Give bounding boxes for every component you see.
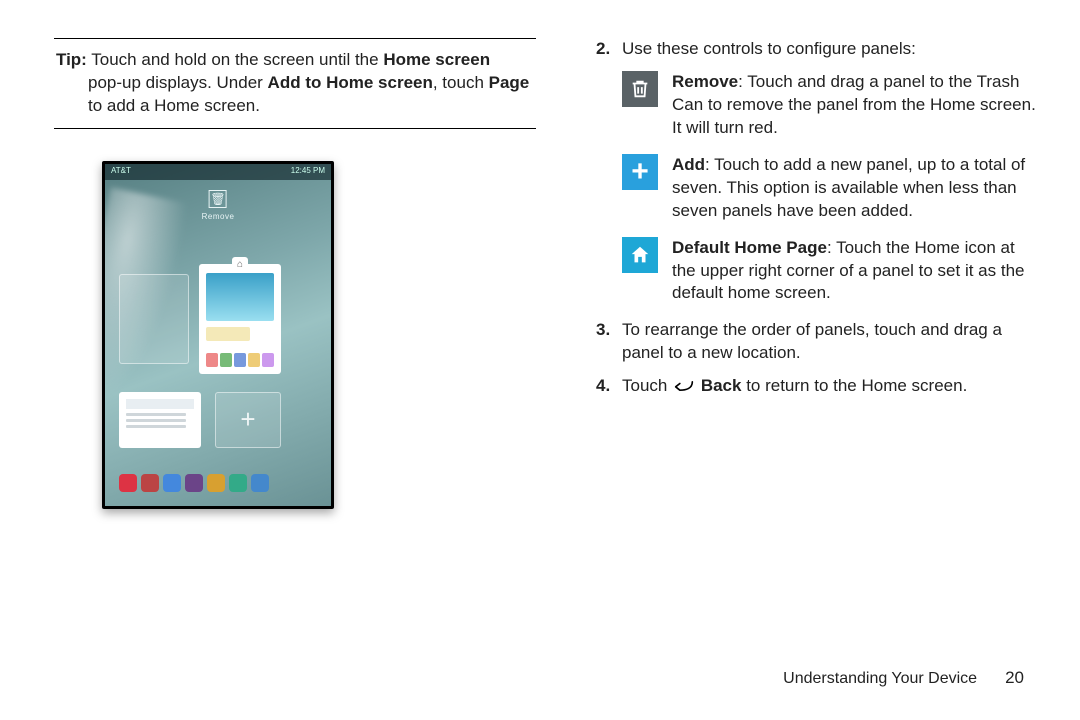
footer-page-number: 20 bbox=[1005, 667, 1024, 690]
step-2: 2. Use these controls to configure panel… bbox=[596, 38, 1038, 61]
step-2-num: 2. bbox=[596, 38, 622, 61]
step-4-num: 4. bbox=[596, 375, 622, 401]
step-4-b: to return to the Home screen. bbox=[741, 376, 967, 395]
step-3-text: To rearrange the order of panels, touch … bbox=[622, 319, 1038, 365]
mini-app-row bbox=[206, 353, 274, 367]
tip-text-2b: Add to Home screen bbox=[268, 73, 433, 92]
step-3: 3. To rearrange the order of panels, tou… bbox=[596, 319, 1038, 365]
panel-thumb-main: ⌂ bbox=[199, 264, 281, 374]
plus-icon: + bbox=[622, 154, 658, 190]
mini-header bbox=[126, 399, 194, 409]
panel-add: + bbox=[215, 392, 281, 448]
tip-text-3: to add a Home screen. bbox=[88, 95, 534, 118]
back-icon bbox=[674, 378, 694, 401]
panel-thumb-left bbox=[119, 274, 189, 364]
status-bar: AT&T 12:45 PM bbox=[105, 164, 331, 180]
trash-icon: 🗑 bbox=[209, 190, 227, 208]
remove-target: 🗑 Remove bbox=[202, 190, 235, 223]
tip-block: Tip: Touch and hold on the screen until … bbox=[54, 49, 536, 118]
carrier-label: AT&T bbox=[111, 166, 131, 177]
tip-text-1a: Touch and hold on the screen until the bbox=[87, 50, 383, 69]
plus-icon: + bbox=[240, 402, 255, 437]
add-label: Add bbox=[672, 155, 705, 174]
step-2-text: Use these controls to configure panels: bbox=[622, 38, 1038, 61]
control-remove: Remove: Touch and drag a panel to the Tr… bbox=[622, 71, 1038, 140]
page-footer: Understanding Your Device 20 bbox=[783, 667, 1024, 690]
remove-label: Remove bbox=[672, 72, 738, 91]
control-add: + Add: Touch to add a new panel, up to a… bbox=[622, 154, 1038, 223]
tip-text-2c: , touch bbox=[433, 73, 489, 92]
mini-lines bbox=[126, 413, 186, 431]
home-icon: ⌂ bbox=[232, 257, 248, 273]
tip-text-2a: pop-up displays. Under bbox=[88, 73, 268, 92]
step-4: 4. Touch Back to return to the Home scre… bbox=[596, 375, 1038, 401]
tip-text-2d: Page bbox=[489, 73, 530, 92]
step-3-num: 3. bbox=[596, 319, 622, 365]
footer-section: Understanding Your Device bbox=[783, 668, 977, 690]
add-text: : Touch to add a new panel, up to a tota… bbox=[672, 155, 1025, 220]
step-4-a: Touch bbox=[622, 376, 672, 395]
tip-label: Tip: bbox=[56, 50, 87, 69]
remove-label: Remove bbox=[202, 212, 235, 223]
default-home-label: Default Home Page bbox=[672, 238, 827, 257]
mini-dock bbox=[119, 470, 317, 496]
mini-widget bbox=[206, 327, 250, 341]
mini-wallpaper bbox=[206, 273, 274, 321]
device-screenshot: AT&T 12:45 PM 🗑 Remove ⌂ + bbox=[102, 161, 334, 509]
rule-top bbox=[54, 38, 536, 39]
trash-can-icon bbox=[622, 71, 658, 107]
rule-bottom bbox=[54, 128, 536, 129]
control-default-home: Default Home Page: Touch the Home icon a… bbox=[622, 237, 1038, 306]
time-label: 12:45 PM bbox=[291, 166, 325, 177]
step-4-back: Back bbox=[701, 376, 742, 395]
home-page-icon bbox=[622, 237, 658, 273]
tip-text-1b: Home screen bbox=[383, 50, 490, 69]
panel-thumb-bottom bbox=[119, 392, 201, 448]
